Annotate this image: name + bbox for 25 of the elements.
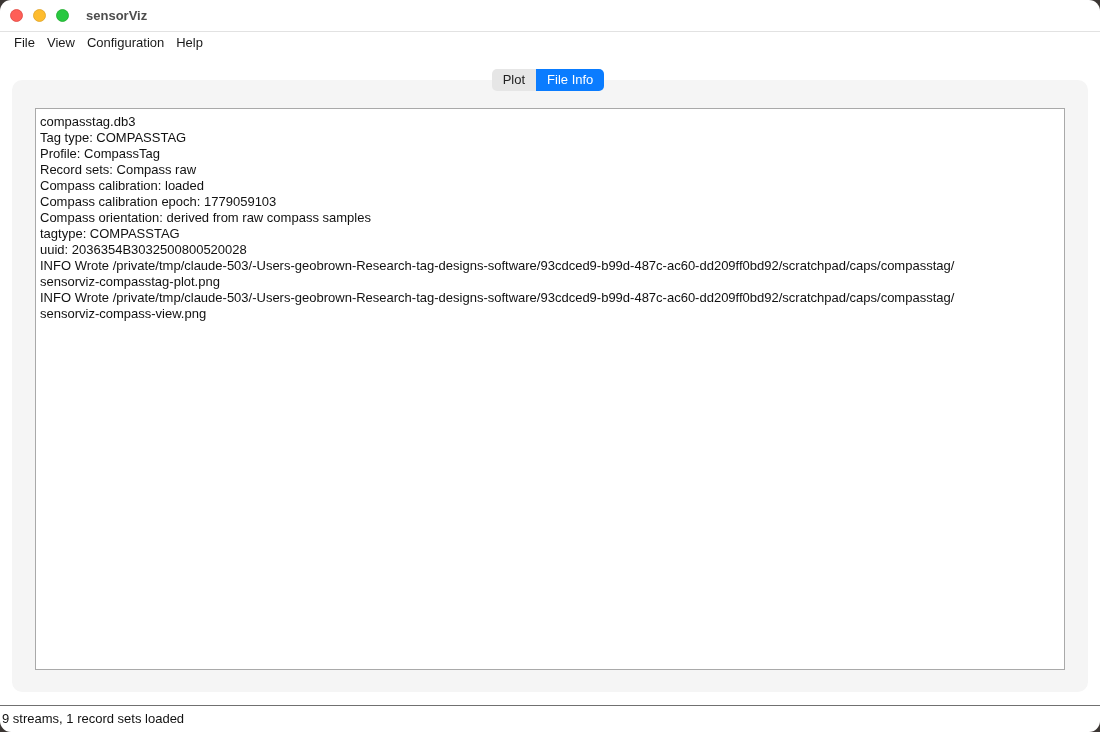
text-line: INFO Wrote /private/tmp/claude-503/-Users-geobrown-Research-tag-designs-software/93cdced9-b99d-487c-ac60-dd209ff0bd92/scratchpad/caps/compasstag/ bbox=[40, 290, 955, 306]
menu-item[interactable]: File bbox=[8, 34, 41, 52]
text-line: sensorviz-compasstag-plot.png bbox=[40, 274, 220, 290]
text-line: compasstag.db3 bbox=[40, 114, 136, 130]
close-icon[interactable] bbox=[10, 9, 23, 22]
text-line: uuid: 2036354B3032500800520028 bbox=[40, 242, 247, 258]
text-line: Compass calibration epoch: 1779059103 bbox=[40, 194, 277, 210]
text-line: Record sets: Compass raw bbox=[40, 162, 197, 178]
text-line: sensorviz-compass-view.png bbox=[40, 306, 207, 322]
text-line: Compass calibration: loaded bbox=[40, 178, 205, 194]
tab[interactable]: Plot bbox=[491, 69, 537, 91]
text-line: Compass orientation: derived from raw compass samples bbox=[40, 210, 371, 226]
text-line: INFO Wrote /private/tmp/claude-503/-Users-geobrown-Research-tag-designs-software/93cdced9-b99d-487c-ac60-dd209ff0bd92/scratchpad/caps/compasstag/ bbox=[40, 258, 955, 274]
text-line: Tag type: COMPASSTAG bbox=[40, 130, 187, 146]
menu-item[interactable]: View bbox=[40, 34, 81, 52]
window-title: sensorViz bbox=[86, 6, 148, 25]
maximize-icon[interactable] bbox=[56, 9, 69, 22]
minimize-icon[interactable] bbox=[33, 9, 46, 22]
tab[interactable]: File Info bbox=[536, 69, 605, 91]
menu-item[interactable]: Configuration bbox=[80, 34, 171, 52]
text-line: tagtype: COMPASSTAG bbox=[40, 226, 180, 242]
text-line: Profile: CompassTag bbox=[40, 146, 160, 162]
status-text: 9 streams, 1 record sets loaded bbox=[2, 710, 185, 729]
menu-item[interactable]: Help bbox=[170, 34, 209, 52]
text-area[interactable] bbox=[35, 108, 1065, 670]
